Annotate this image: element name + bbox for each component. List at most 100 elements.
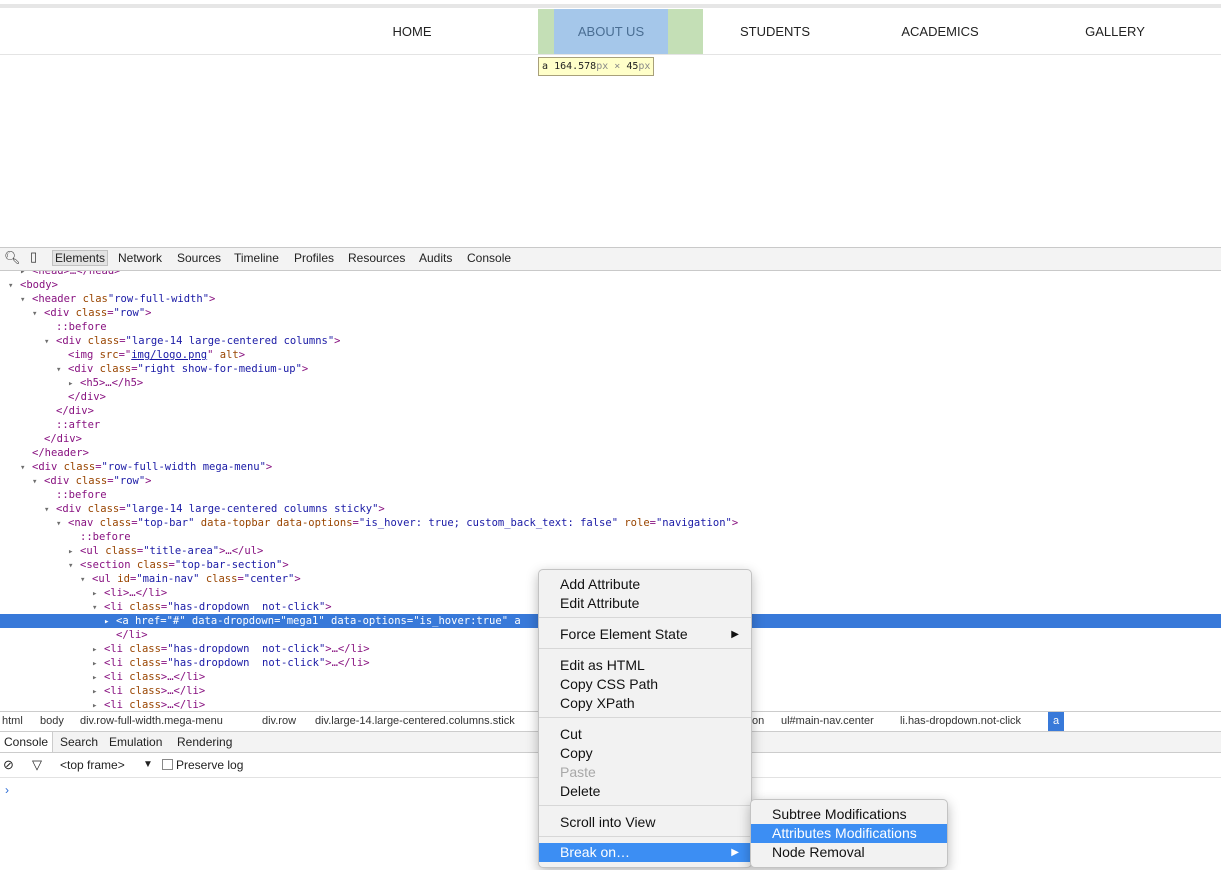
tab-network[interactable]: Network xyxy=(118,251,162,265)
expand-triangle-icon[interactable]: ▸ xyxy=(92,587,104,601)
expand-triangle-icon[interactable]: ▾ xyxy=(68,559,80,573)
tab-audits[interactable]: Audits xyxy=(419,251,452,265)
expand-triangle-icon[interactable]: ▸ xyxy=(92,643,104,657)
dom-node[interactable]: ▾ <div class="row-full-width mega-menu"> xyxy=(0,460,1221,474)
expand-triangle-icon[interactable]: ▸ xyxy=(92,685,104,699)
expand-triangle-icon[interactable]: ▾ xyxy=(80,573,92,587)
drawer-tab-emulation[interactable]: Emulation xyxy=(109,732,162,752)
dom-node[interactable]: ▾ <nav class="top-bar" data-topbar data-o… xyxy=(0,516,1221,530)
expand-triangle-icon[interactable]: ▸ xyxy=(68,377,80,391)
dom-token: > xyxy=(282,559,289,571)
filter-icon[interactable]: ▽ xyxy=(32,753,42,777)
breadcrumb-item[interactable]: html xyxy=(2,712,23,731)
dom-token: > xyxy=(294,573,301,585)
menu-copy-xpath[interactable]: Copy XPath xyxy=(539,694,751,713)
expand-triangle-icon[interactable]: ▾ xyxy=(56,517,68,531)
breadcrumb-item[interactable]: ul#main-nav.center xyxy=(781,712,874,731)
dom-node[interactable]: <img src="img/logo.png" alt> xyxy=(0,348,1221,362)
expand-triangle-icon[interactable]: ▸ xyxy=(92,657,104,671)
dom-node[interactable]: ::before xyxy=(0,320,1221,334)
dom-node[interactable]: ▾ <div class="row"> xyxy=(0,306,1221,320)
breadcrumb-item[interactable]: div.row xyxy=(262,712,296,731)
dom-node[interactable]: ▾ <div class="row"> xyxy=(0,474,1221,488)
menu-node-removal[interactable]: Node Removal xyxy=(751,843,947,862)
dom-node[interactable]: </div> xyxy=(0,404,1221,418)
inspect-search-icon[interactable]: 🔍︎ xyxy=(4,250,21,266)
checkbox-icon[interactable] xyxy=(162,759,173,770)
expand-triangle-icon[interactable]: ▸ xyxy=(92,699,104,710)
menu-subtree-modifications[interactable]: Subtree Modifications xyxy=(751,805,947,824)
tab-resources[interactable]: Resources xyxy=(348,251,405,265)
menu-break-on[interactable]: Break on… ▶ xyxy=(539,843,751,862)
tab-profiles[interactable]: Profiles xyxy=(294,251,334,265)
nav-academics[interactable]: ACADEMICS xyxy=(880,9,1000,54)
tab-timeline[interactable]: Timeline xyxy=(234,251,279,265)
breadcrumb-item[interactable]: div.row-full-width.mega-menu xyxy=(80,712,223,731)
preserve-log-checkbox[interactable]: Preserve log xyxy=(162,753,243,777)
dom-token: class xyxy=(129,657,161,669)
dom-node[interactable]: ::before xyxy=(0,530,1221,544)
tab-console[interactable]: Console xyxy=(467,251,511,265)
expand-triangle-icon[interactable]: ▾ xyxy=(44,503,56,517)
expand-triangle-icon[interactable]: ▾ xyxy=(44,335,56,349)
console-prompt-icon[interactable]: › xyxy=(5,783,9,797)
menu-edit-attribute[interactable]: Edit Attribute xyxy=(539,594,751,613)
menu-force-element-state[interactable]: Force Element State ▶ xyxy=(539,625,751,644)
nav-home[interactable]: HOME xyxy=(352,9,472,54)
expand-triangle-icon[interactable]: ▾ xyxy=(20,293,32,307)
menu-attributes-modifications[interactable]: Attributes Modifications xyxy=(751,824,947,843)
dom-node[interactable]: ▾ <body> xyxy=(0,278,1221,292)
expand-triangle-icon[interactable]: ▾ xyxy=(8,279,20,293)
tab-elements[interactable]: Elements xyxy=(52,250,109,266)
dom-token: "center" xyxy=(243,573,295,585)
nav-about-us[interactable]: ABOUT US xyxy=(551,9,671,54)
dom-token: > xyxy=(301,363,309,375)
breadcrumb-item-active[interactable]: a xyxy=(1048,712,1065,731)
dom-token: <body> xyxy=(20,279,58,291)
dom-node[interactable]: ▾ <div class="large-14 large-centered col… xyxy=(0,502,1221,516)
dom-node[interactable]: ▸ <head>…</head> xyxy=(0,271,1221,278)
breadcrumb-item[interactable]: li.has-dropdown.not-click xyxy=(900,712,1021,731)
expand-triangle-icon[interactable]: ▾ xyxy=(56,363,68,377)
breadcrumb-item[interactable]: div.large-14.large-centered.columns.stic… xyxy=(315,712,515,731)
dom-node[interactable]: ::after xyxy=(0,418,1221,432)
dom-node[interactable]: </div> xyxy=(0,390,1221,404)
menu-copy[interactable]: Copy xyxy=(539,744,751,763)
drawer-tab-console[interactable]: Console xyxy=(0,732,54,752)
breadcrumb-item[interactable]: body xyxy=(40,712,64,731)
expand-triangle-icon[interactable]: ▸ xyxy=(92,671,104,685)
dom-token: "right show-for-medium-up" xyxy=(137,363,302,375)
breadcrumb-item[interactable]: on xyxy=(752,712,764,731)
nav-gallery[interactable]: GALLERY xyxy=(1055,9,1175,54)
drawer-tab-rendering[interactable]: Rendering xyxy=(177,732,232,752)
expand-triangle-icon[interactable]: ▸ xyxy=(68,545,80,559)
expand-triangle-icon[interactable]: ▾ xyxy=(20,461,32,475)
expand-triangle-icon[interactable]: ▾ xyxy=(92,601,104,615)
menu-edit-as-html[interactable]: Edit as HTML xyxy=(539,656,751,675)
device-mode-icon[interactable]: ▯ xyxy=(30,249,37,265)
dom-node[interactable]: ▸ <ul class="title-area">…</ul> xyxy=(0,544,1221,558)
menu-scroll-into-view[interactable]: Scroll into View xyxy=(539,813,751,832)
dom-node[interactable]: </div> xyxy=(0,432,1221,446)
menu-copy-css-path[interactable]: Copy CSS Path xyxy=(539,675,751,694)
dom-node[interactable]: ::before xyxy=(0,488,1221,502)
dom-token: </div> xyxy=(44,433,82,445)
menu-separator xyxy=(539,617,751,618)
chevron-down-icon[interactable]: ▼ xyxy=(143,753,153,777)
dom-node[interactable]: ▸ <h5>…</h5> xyxy=(0,376,1221,390)
expand-triangle-icon[interactable]: ▾ xyxy=(32,475,44,489)
dom-node[interactable]: ▾ <header clas"row-full-width"> xyxy=(0,292,1221,306)
menu-cut[interactable]: Cut xyxy=(539,725,751,744)
nav-students[interactable]: STUDENTS xyxy=(715,9,835,54)
expand-triangle-icon[interactable]: ▾ xyxy=(32,307,44,321)
menu-add-attribute[interactable]: Add Attribute xyxy=(539,575,751,594)
dom-node[interactable]: ▾ <div class="large-14 large-centered col… xyxy=(0,334,1221,348)
tab-sources[interactable]: Sources xyxy=(177,251,221,265)
frame-select[interactable]: <top frame> xyxy=(60,753,125,777)
dom-node[interactable]: ▾ <div class="right show-for-medium-up"> xyxy=(0,362,1221,376)
expand-triangle-icon[interactable]: ▸ xyxy=(104,615,116,629)
clear-console-icon[interactable]: ⊘ xyxy=(3,753,14,777)
drawer-tab-search[interactable]: Search xyxy=(60,732,98,752)
menu-delete[interactable]: Delete xyxy=(539,782,751,801)
dom-node[interactable]: </header> xyxy=(0,446,1221,460)
